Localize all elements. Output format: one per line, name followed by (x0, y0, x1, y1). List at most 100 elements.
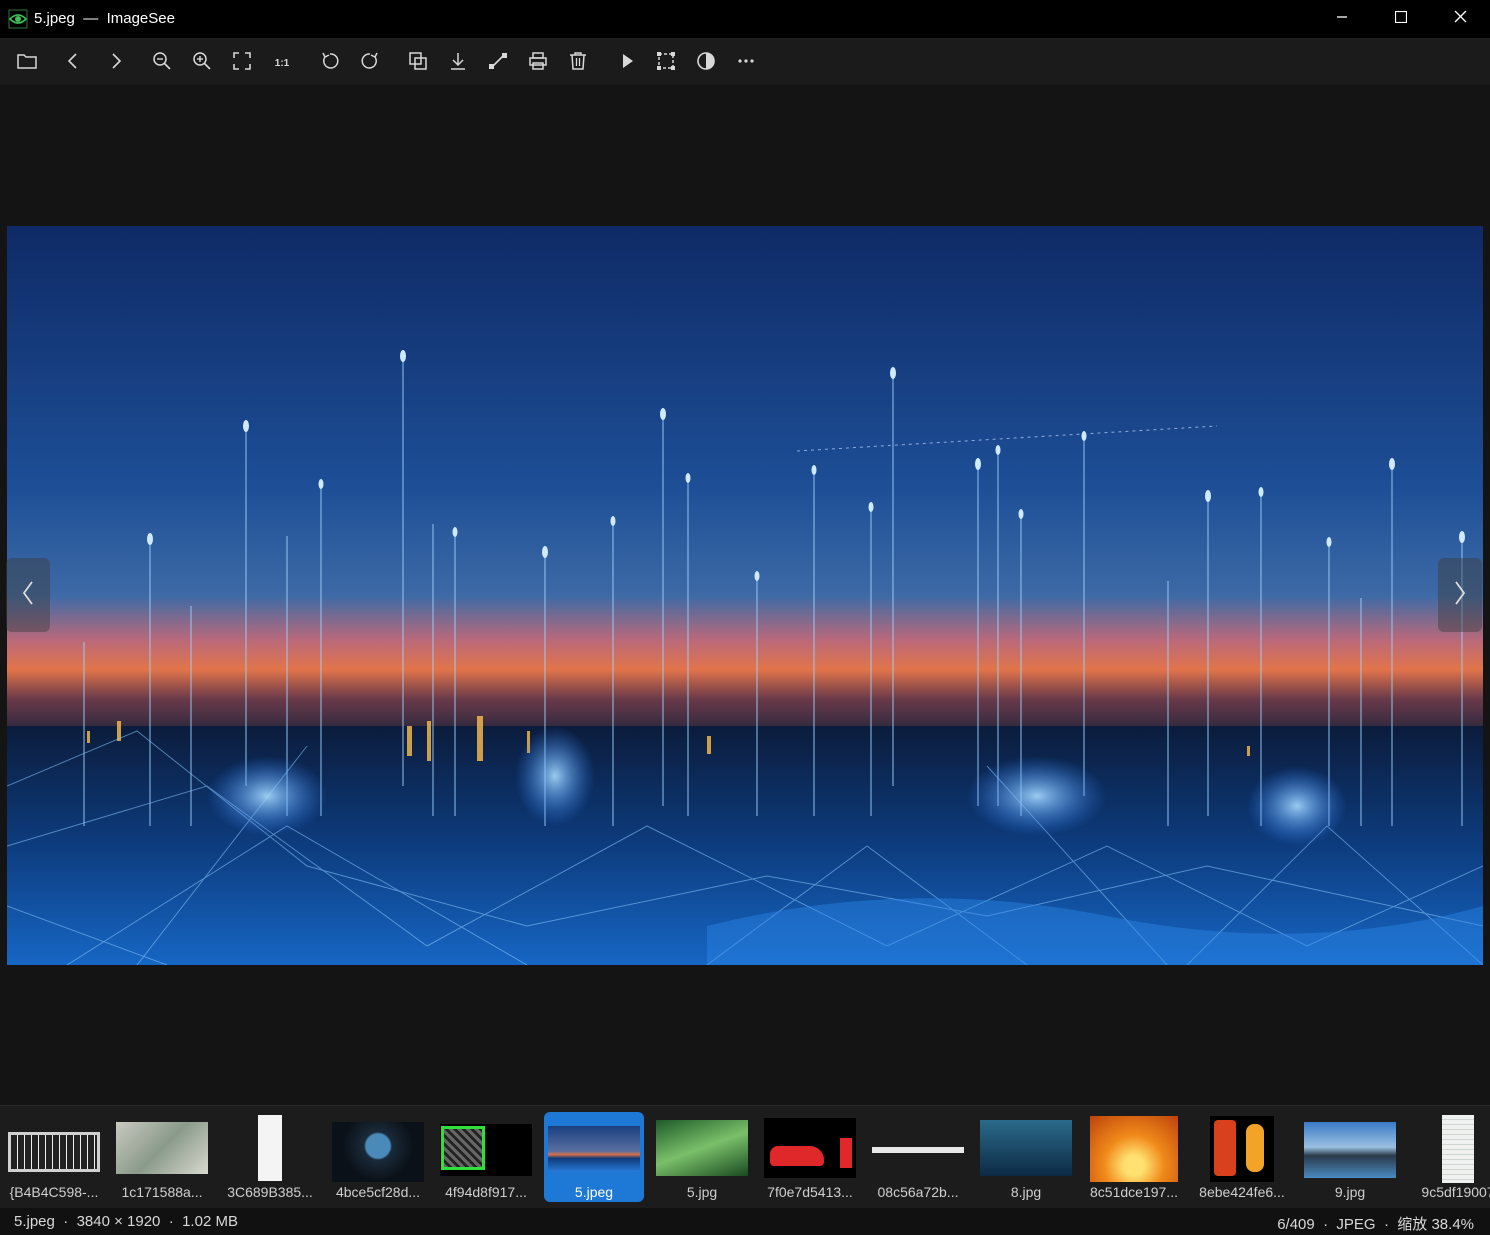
thumbnail-item[interactable]: 7f0e7d5413... (760, 1112, 860, 1202)
copy-button[interactable] (405, 50, 431, 76)
thumbnail-item-selected[interactable]: 5.jpeg (544, 1112, 644, 1202)
status-filesize: 1.02 MB (182, 1213, 238, 1230)
thumbnail-label: 9c5df19007 (1421, 1184, 1490, 1200)
thumbnail-label: 3C689B385... (227, 1184, 313, 1200)
chevron-right-icon (1452, 579, 1468, 612)
thumbnail-label: 8c51dce197... (1090, 1184, 1178, 1200)
zoom-out-button[interactable] (149, 50, 175, 76)
title-separator: — (83, 10, 99, 27)
thumbnail-label: 9.jpg (1334, 1184, 1366, 1200)
maximize-icon (1394, 10, 1408, 28)
thumbnail-label: {B4B4C598-... (9, 1184, 99, 1200)
rotate-left-icon (319, 50, 341, 77)
status-position: 6/409 (1277, 1216, 1315, 1233)
thumbnail-image (1304, 1122, 1396, 1178)
window-filename: 5.jpeg (34, 10, 75, 27)
eye-icon (8, 9, 28, 29)
print-icon (527, 50, 549, 77)
minimize-button[interactable] (1319, 0, 1365, 38)
previous-icon (62, 50, 84, 77)
status-dot: · (1323, 1216, 1329, 1233)
image-viewer[interactable] (0, 85, 1490, 1105)
thumbnail-image (1442, 1115, 1474, 1183)
contrast-icon (695, 50, 717, 77)
thumbnail-item[interactable]: 9.jpg (1300, 1112, 1400, 1202)
download-button[interactable] (445, 50, 471, 76)
status-zoom: 缩放 38.4% (1397, 1216, 1474, 1233)
status-filename: 5.jpeg (14, 1213, 55, 1230)
status-dot: · (1383, 1216, 1389, 1233)
thumbnail-label: 08c56a72b... (877, 1184, 959, 1200)
window-title: 5.jpeg — ImageSee (34, 10, 175, 27)
app-name: ImageSee (106, 10, 175, 27)
thumbnail-label: 8ebe424fe6... (1199, 1184, 1285, 1200)
thumbnail-image (548, 1126, 640, 1172)
thumbnail-image (1090, 1116, 1178, 1182)
thumbnail-image (258, 1115, 282, 1181)
thumbnail-item[interactable]: 1c171588a... (112, 1112, 212, 1202)
delete-icon (567, 50, 589, 77)
status-dot: · (63, 1213, 69, 1230)
slideshow-play-icon (616, 50, 638, 77)
more-button[interactable] (733, 50, 759, 76)
print-button[interactable] (525, 50, 551, 76)
thumbnail-item[interactable]: 08c56a72b... (868, 1112, 968, 1202)
thumbnail-item[interactable]: 3C689B385... (220, 1112, 320, 1202)
maximize-button[interactable] (1378, 0, 1424, 38)
viewer-next-button[interactable] (1438, 558, 1482, 632)
fit-screen-button[interactable] (229, 50, 255, 76)
thumbnail-label: 4bce5cf28d... (335, 1184, 421, 1200)
thumbnail-image (1210, 1116, 1274, 1182)
status-format: JPEG (1336, 1216, 1376, 1233)
status-dot: · (168, 1213, 174, 1230)
thumbnail-item[interactable]: 4f94d8f917... (436, 1112, 536, 1202)
download-icon (447, 50, 469, 77)
status-left: 5.jpeg · 3840 × 1920 · 1.02 MB (14, 1213, 238, 1230)
crop-button[interactable] (653, 50, 679, 76)
open-folder-button[interactable] (14, 50, 40, 76)
zoom-out-icon (151, 50, 173, 77)
rotate-right-button[interactable] (357, 50, 383, 76)
thumbnail-item[interactable]: 5.jpg (652, 1112, 752, 1202)
thumbnail-item[interactable]: {B4B4C598-... (4, 1112, 104, 1202)
thumbnail-label: 5.jpeg (574, 1184, 614, 1200)
delete-button[interactable] (565, 50, 591, 76)
viewer-previous-button[interactable] (6, 558, 50, 632)
thumbnail-label: 8.jpg (1010, 1184, 1042, 1200)
thumbnail-filmstrip[interactable]: {B4B4C598-... 1c171588a... 3C689B385... … (0, 1105, 1490, 1209)
thumbnail-item[interactable]: 9c5df19007 (1408, 1112, 1490, 1202)
zoom-in-button[interactable] (189, 50, 215, 76)
thumbnail-item[interactable]: 8ebe424fe6... (1192, 1112, 1292, 1202)
close-icon (1454, 10, 1467, 28)
rotate-left-button[interactable] (317, 50, 343, 76)
next-icon (105, 50, 127, 77)
fit-screen-icon (231, 50, 253, 77)
chevron-left-icon (20, 579, 36, 612)
thumbnail-item[interactable]: 8.jpg (976, 1112, 1076, 1202)
contrast-button[interactable] (693, 50, 719, 76)
thumbnail-label: 4f94d8f917... (445, 1184, 527, 1200)
slideshow-button[interactable] (614, 50, 640, 76)
thumbnail-image (764, 1118, 856, 1178)
crop-icon (655, 50, 677, 77)
title-bar: 5.jpeg — ImageSee (0, 0, 1490, 39)
previous-image-button[interactable] (60, 50, 86, 76)
status-dimensions: 3840 × 1920 (76, 1213, 161, 1230)
thumbnail-label: 5.jpg (686, 1184, 718, 1200)
next-image-button[interactable] (103, 50, 129, 76)
resize-icon (487, 50, 509, 77)
main-image[interactable] (7, 226, 1483, 965)
thumbnail-image (8, 1132, 100, 1172)
thumbnail-item[interactable]: 4bce5cf28d... (328, 1112, 428, 1202)
folder-open-icon (16, 50, 38, 77)
actual-size-button[interactable]: 1:1 (269, 50, 295, 76)
close-button[interactable] (1437, 0, 1483, 38)
actual-size-icon: 1:1 (274, 57, 290, 69)
more-icon (735, 50, 757, 77)
thumbnail-item[interactable]: 8c51dce197... (1084, 1112, 1184, 1202)
resize-button[interactable] (485, 50, 511, 76)
thumbnail-label: 7f0e7d5413... (767, 1184, 853, 1200)
status-bar: 5.jpeg · 3840 × 1920 · 1.02 MB 6/409 · J… (0, 1208, 1490, 1235)
copy-icon (407, 50, 429, 77)
rotate-right-icon (359, 50, 381, 77)
